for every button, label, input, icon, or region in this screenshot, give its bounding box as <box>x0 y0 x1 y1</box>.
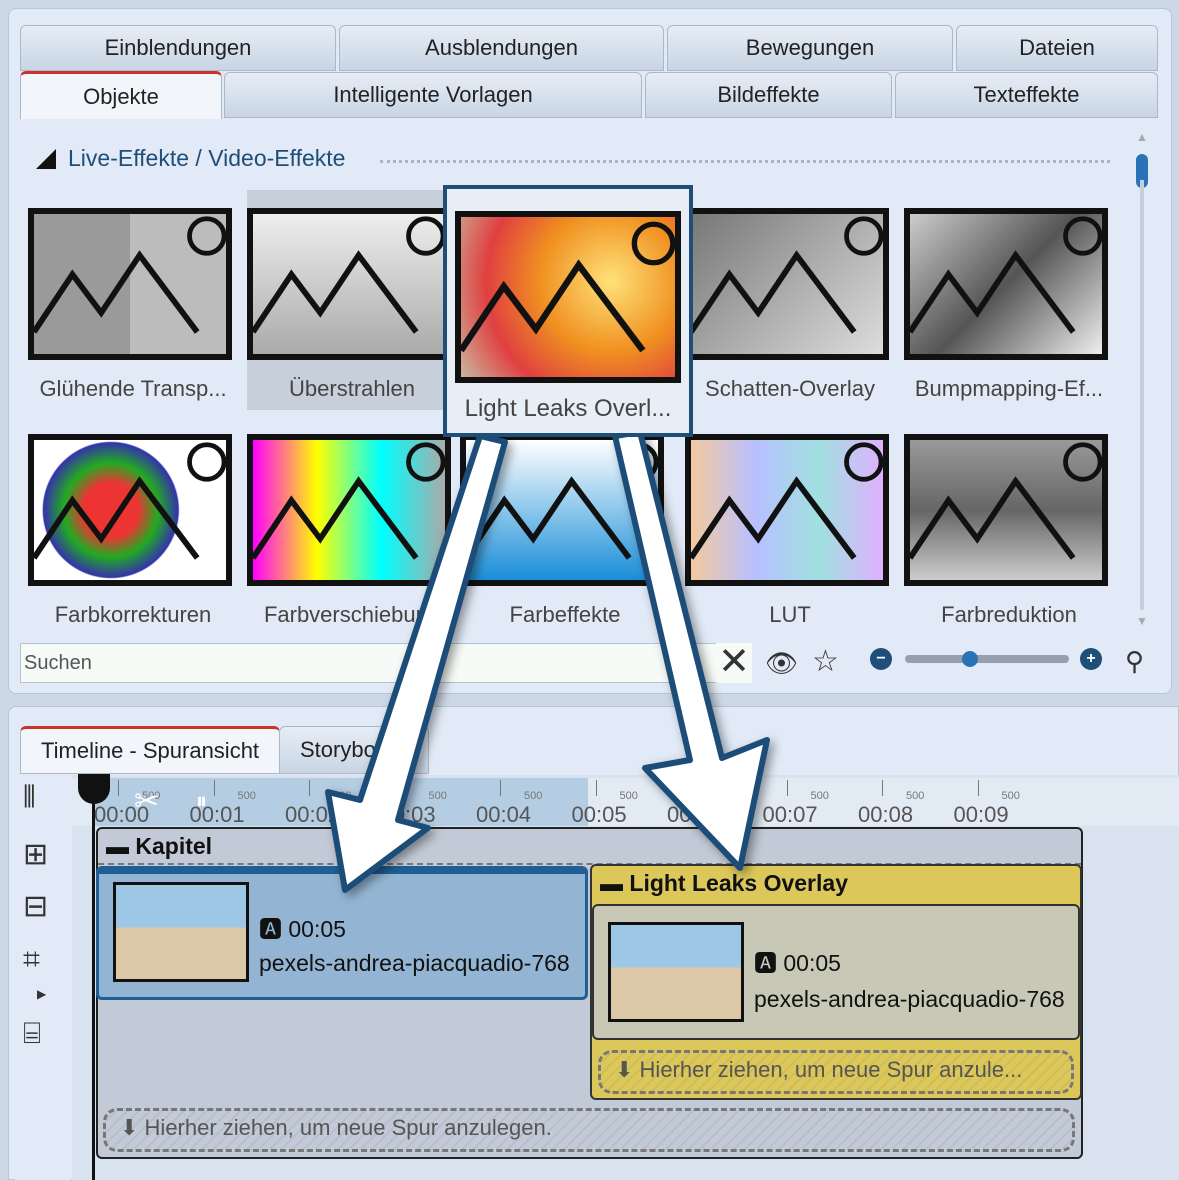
effect-thumbnail <box>455 211 681 383</box>
arrow-icon <box>325 433 508 893</box>
effect-tile[interactable]: Light Leaks Overl... <box>443 185 693 437</box>
effect-label: Light Leaks Overl... <box>464 395 672 422</box>
drag-arrows-overlay <box>325 429 770 893</box>
arrow-icon <box>612 429 770 871</box>
